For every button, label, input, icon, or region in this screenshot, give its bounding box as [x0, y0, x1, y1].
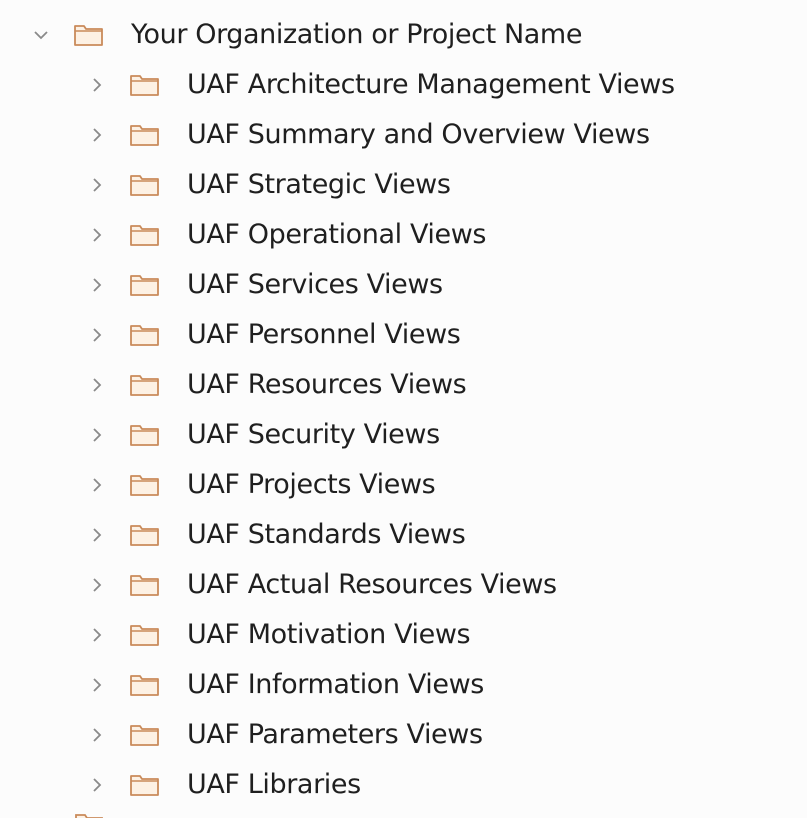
folder-icon: [129, 673, 161, 697]
folder-icon: [74, 812, 104, 818]
tree-node-label: UAF Actual Resources Views: [187, 569, 557, 600]
tree-node-label: UAF Architecture Management Views: [187, 69, 675, 100]
folder-icon: [129, 73, 161, 97]
chevron-right-icon[interactable]: [87, 225, 107, 245]
tree-node[interactable]: UAF Resources Views: [0, 362, 467, 408]
tree-node-label: UAF Standards Views: [187, 519, 466, 550]
chevron-right-icon[interactable]: [87, 475, 107, 495]
tree-node-label: UAF Summary and Overview Views: [187, 119, 650, 150]
tree-node-root[interactable]: Your Organization or Project Name: [0, 12, 582, 58]
folder-icon: [73, 23, 105, 47]
chevron-right-icon[interactable]: [87, 625, 107, 645]
tree-node-label: UAF Strategic Views: [187, 169, 451, 200]
tree-node-label: UAF Information Views: [187, 669, 484, 700]
chevron-down-icon[interactable]: [31, 25, 51, 45]
chevron-right-icon[interactable]: [87, 325, 107, 345]
chevron-right-icon[interactable]: [87, 275, 107, 295]
chevron-right-icon[interactable]: [87, 425, 107, 445]
chevron-right-icon[interactable]: [87, 725, 107, 745]
tree-node[interactable]: UAF Strategic Views: [0, 162, 451, 208]
chevron-right-icon[interactable]: [87, 175, 107, 195]
folder-icon: [129, 373, 161, 397]
tree-node[interactable]: UAF Standards Views: [0, 512, 466, 558]
tree-node[interactable]: UAF Services Views: [0, 262, 443, 308]
tree-node-label: UAF Operational Views: [187, 219, 487, 250]
folder-icon: [129, 623, 161, 647]
tree-node-label: UAF Services Views: [187, 269, 443, 300]
folder-icon: [129, 573, 161, 597]
folder-icon: [129, 173, 161, 197]
tree-node-label: Your Organization or Project Name: [131, 19, 583, 50]
chevron-right-icon[interactable]: [87, 775, 107, 795]
folder-icon: [129, 323, 161, 347]
tree-node[interactable]: UAF Parameters Views: [0, 712, 483, 758]
tree-node-label: UAF Libraries: [187, 769, 361, 800]
folder-icon: [129, 423, 161, 447]
tree-node-label: UAF Personnel Views: [187, 319, 461, 350]
tree-node[interactable]: UAF Projects Views: [0, 462, 436, 508]
chevron-right-icon[interactable]: [87, 675, 107, 695]
folder-icon: [129, 123, 161, 147]
folder-icon: [129, 723, 161, 747]
tree-node[interactable]: UAF Motivation Views: [0, 612, 471, 658]
tree-node[interactable]: UAF Operational Views: [0, 212, 486, 258]
project-browser-tree: Your Organization or Project Name UAF Ar…: [0, 0, 807, 818]
tree-node[interactable]: UAF Security Views: [0, 412, 440, 458]
tree-node[interactable]: UAF Summary and Overview Views: [0, 112, 650, 158]
tree-node[interactable]: UAF Architecture Management Views: [0, 62, 675, 108]
folder-icon: [129, 273, 161, 297]
tree-node-label: UAF Resources Views: [187, 369, 467, 400]
folder-icon: [129, 473, 161, 497]
chevron-right-icon[interactable]: [87, 575, 107, 595]
tree-node-label: UAF Projects Views: [187, 469, 436, 500]
chevron-right-icon[interactable]: [87, 525, 107, 545]
tree-node-label: UAF Security Views: [187, 419, 440, 450]
tree-node[interactable]: UAF Personnel Views: [0, 312, 461, 358]
tree-node[interactable]: UAF Actual Resources Views: [0, 562, 557, 608]
chevron-right-icon[interactable]: [87, 375, 107, 395]
tree-node[interactable]: UAF Libraries: [0, 762, 361, 808]
tree-node-label: UAF Motivation Views: [187, 619, 471, 650]
tree-node-label: UAF Parameters Views: [187, 719, 483, 750]
tree-node[interactable]: UAF Information Views: [0, 662, 484, 708]
folder-icon: [129, 523, 161, 547]
folder-icon: [129, 773, 161, 797]
chevron-right-icon[interactable]: [87, 75, 107, 95]
folder-icon: [129, 223, 161, 247]
chevron-right-icon[interactable]: [87, 125, 107, 145]
